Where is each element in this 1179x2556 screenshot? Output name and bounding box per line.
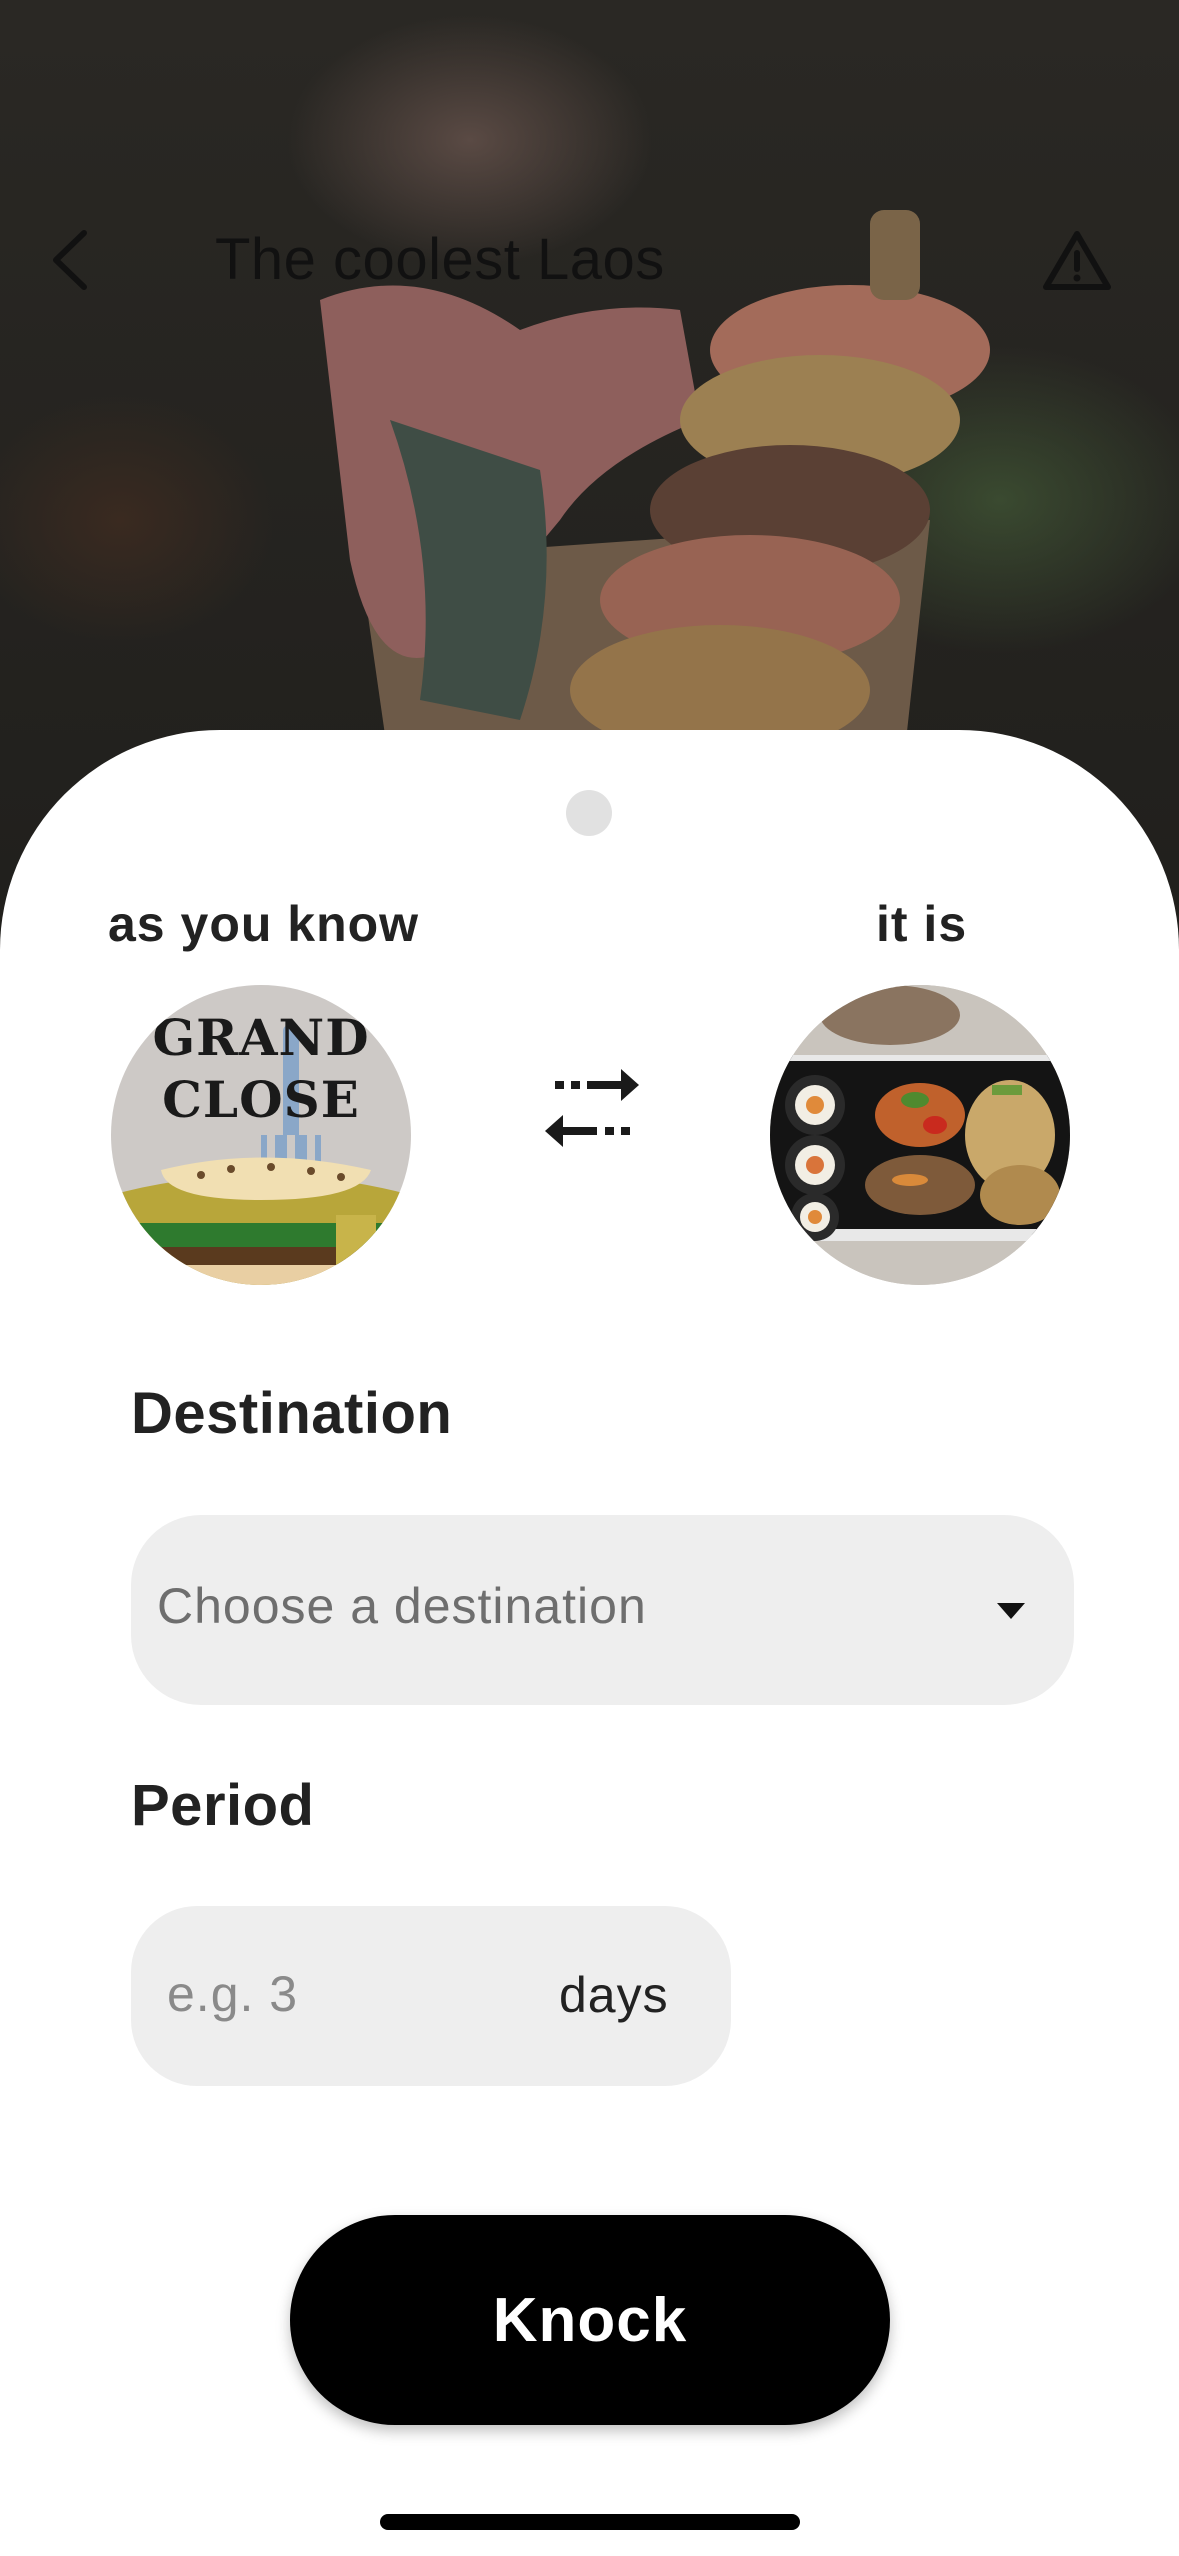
warning-triangle-icon [1043,231,1111,290]
knock-bottom-sheet: as you know it is GRAND CLOSE Destinatio… [0,730,1179,2556]
destination-placeholder: Choose a destination [157,1578,647,1634]
swap-button[interactable] [543,1065,643,1155]
from-restaurant-avatar[interactable]: GRAND CLOSE [111,985,411,1285]
caret-down-icon [997,1603,1025,1619]
from-label: as you know [108,896,420,952]
period-input[interactable] [167,1954,497,2034]
home-indicator [380,2514,800,2530]
screen: The coolest Laos as you know it is GRAND… [0,0,1179,2556]
food-photo [770,985,1070,1285]
destination-label: Destination [131,1381,453,1446]
page-title: The coolest Laos [215,227,665,292]
period-field: days [131,1906,731,2086]
drag-handle[interactable] [566,790,612,836]
navigation-bar: The coolest Laos [0,200,1179,320]
destination-dropdown[interactable]: Choose a destination [131,1515,1074,1705]
swap-arrows-icon [545,1069,639,1147]
period-label: Period [131,1773,315,1838]
restaurant-logo-text: GRAND CLOSE [152,1008,370,1129]
chevron-left-icon [53,230,87,290]
report-button[interactable] [1032,220,1122,300]
back-button[interactable] [30,220,110,300]
to-label: it is [876,896,968,952]
period-unit-label: days [559,1967,669,2023]
knock-button[interactable]: Knock [290,2215,890,2425]
to-restaurant-avatar[interactable] [770,985,1070,1285]
